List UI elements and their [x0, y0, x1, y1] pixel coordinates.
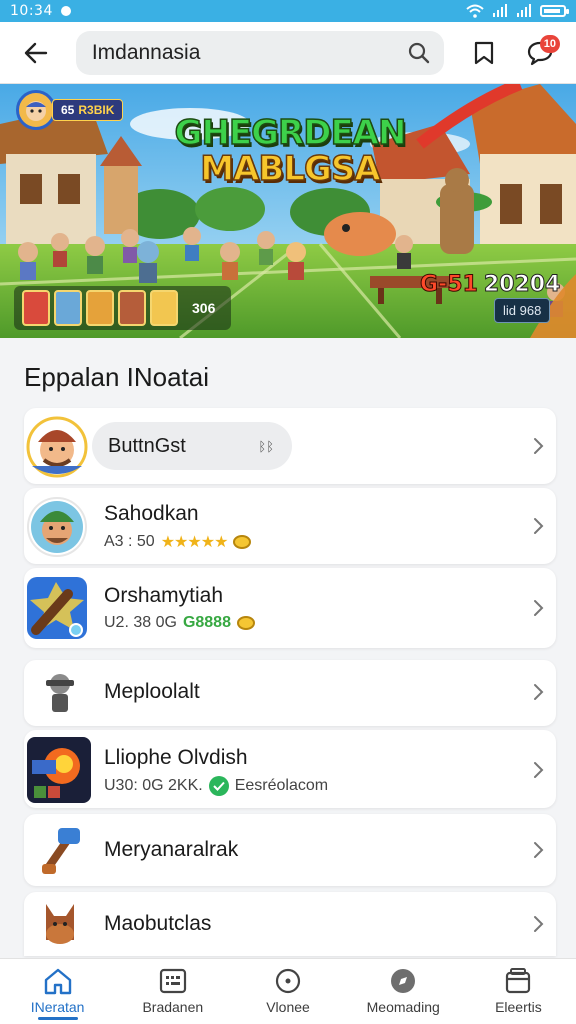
bookmark-button[interactable]: [462, 31, 506, 75]
chevron-right-icon: [534, 684, 544, 700]
top-bar: 10: [0, 22, 576, 84]
event-chip[interactable]: lid 968: [494, 298, 551, 323]
item-fox-icon: [46, 904, 74, 944]
list-item[interactable]: Orshamytiah U2. 38 0G G8888: [24, 568, 556, 648]
player-chip[interactable]: 65 R3BIK: [16, 90, 124, 130]
search-bar[interactable]: [75, 30, 445, 75]
item-meta: U30: 0G 2KK. Eesréolacom: [104, 776, 328, 796]
banner-title-line2: MABLGSA: [200, 149, 382, 189]
coin-icon: [233, 535, 252, 549]
item-app-icon: [27, 577, 87, 639]
item-figure-icon: [46, 674, 74, 712]
search-icon[interactable]: [408, 42, 430, 64]
item-name: Orshamytiah: [104, 584, 224, 607]
player-name: R3BIK: [78, 103, 115, 117]
search-input[interactable]: [91, 40, 409, 65]
status-icons: [466, 4, 569, 18]
chevron-right-icon: [534, 842, 544, 858]
hero-thumb[interactable]: [54, 290, 82, 326]
wifi-icon: [466, 4, 484, 18]
list-item[interactable]: Maobutclas: [24, 892, 556, 956]
item-name: Meploolalt: [104, 680, 200, 703]
signal-2-icon: [517, 4, 531, 17]
circle-icon: [275, 968, 301, 994]
player-face-icon: [26, 101, 46, 121]
item-sub: ᛒᛒ: [258, 438, 274, 454]
bottom-nav: INeratan Bradanen Vlonee Meomading Eleer…: [0, 958, 576, 1024]
chevron-right-icon: [534, 600, 544, 616]
inbox-icon: [506, 968, 531, 994]
banner-score: G-51 20204: [420, 272, 561, 298]
status-time: 10:34: [10, 3, 53, 19]
banner-title-line1: GHEGRDEAN: [174, 113, 407, 153]
item-pill-button[interactable]: ButtnGst ᛒᛒ: [92, 422, 292, 470]
item-meta: A3 : 50 ★★★★★: [104, 532, 252, 552]
nav-label: Meomading: [366, 999, 440, 1015]
nav-item-compass[interactable]: Meomading: [346, 959, 461, 1024]
player-avatar: [16, 90, 56, 130]
status-bar: 10:34: [0, 0, 576, 22]
item-name: ButtnGst: [108, 434, 186, 457]
hero-thumb[interactable]: [86, 290, 114, 326]
item-name: Maobutclas: [104, 912, 212, 935]
list-item[interactable]: ButtnGst ᛒᛒ: [24, 408, 556, 484]
bookmark-icon: [475, 41, 494, 64]
home-icon: [44, 968, 71, 995]
nav-item-inbox[interactable]: Eleertis: [461, 959, 576, 1024]
item-avatar-icon: [26, 416, 88, 478]
chevron-right-icon: [534, 438, 544, 454]
item-avatar-icon: [27, 497, 87, 557]
back-arrow-icon: [24, 42, 48, 63]
verified-check-icon: [208, 776, 229, 796]
nav-item-circle[interactable]: Vlonee: [230, 959, 345, 1024]
item-name: Lliophe Olvdish: [104, 746, 248, 769]
notification-badge: 10: [539, 34, 560, 53]
nav-label: Eleertis: [495, 999, 542, 1015]
list-item[interactable]: Meryanaralrak: [24, 814, 556, 886]
player-label: 65 R3BIK: [52, 99, 124, 121]
list-item[interactable]: Meploolalt: [24, 660, 556, 726]
chevron-right-icon: [534, 762, 544, 778]
chevron-right-icon: [534, 518, 544, 534]
list-item[interactable]: Sahodkan A3 : 50 ★★★★★: [24, 488, 556, 564]
nav-item-home[interactable]: INeratan: [0, 959, 115, 1024]
chevron-right-icon: [534, 916, 544, 932]
rating-text: G8888: [182, 614, 231, 631]
hero-thumb[interactable]: [22, 290, 50, 326]
chat-button[interactable]: 10: [518, 31, 562, 75]
item-name: Sahodkan: [104, 502, 199, 525]
back-button[interactable]: [14, 31, 58, 75]
game-banner[interactable]: 65 R3BIK GHEGRDEAN MABLGSA 306 G-51 20204 …: [0, 84, 576, 338]
nav-label: INeratan: [30, 999, 85, 1015]
item-meta-text: U30: 0G 2KK.: [104, 777, 203, 794]
hero-thumb[interactable]: [118, 290, 146, 326]
item-meta: U2. 38 0G G8888: [104, 614, 255, 632]
item-game-icon: [27, 737, 91, 803]
active-indicator: [37, 1017, 78, 1020]
status-dot-icon: [60, 6, 71, 16]
battery-icon: [540, 5, 569, 17]
item-hammer-icon: [42, 828, 80, 874]
score-year: 20204: [483, 272, 561, 298]
hero-count: 306: [192, 300, 216, 316]
signal-icon: [493, 4, 507, 17]
score-value: G-51: [420, 272, 479, 298]
hero-thumb[interactable]: [150, 290, 178, 326]
item-name: Meryanaralrak: [104, 838, 239, 861]
rating-stars: ★★★★★: [160, 534, 229, 551]
item-extra-text: Eesréolacom: [234, 777, 329, 794]
banner-title: GHEGRDEAN MABLGSA: [140, 113, 440, 189]
nav-label: Vlonee: [266, 999, 310, 1015]
item-meta-text: U2. 38 0G: [104, 614, 177, 631]
item-meta-text: A3 : 50: [104, 533, 155, 550]
hero-roster[interactable]: 306: [14, 286, 232, 330]
nav-item-grid[interactable]: Bradanen: [115, 959, 230, 1024]
nav-label: Bradanen: [142, 999, 204, 1015]
list-item[interactable]: Lliophe Olvdish U30: 0G 2KK. Eesréolacom: [24, 730, 556, 808]
player-level: 65: [61, 103, 75, 117]
grid-icon: [159, 968, 186, 994]
section-title: Eppalan INoatai: [24, 362, 210, 392]
compass-icon: [391, 969, 416, 993]
coin-icon: [236, 616, 255, 630]
